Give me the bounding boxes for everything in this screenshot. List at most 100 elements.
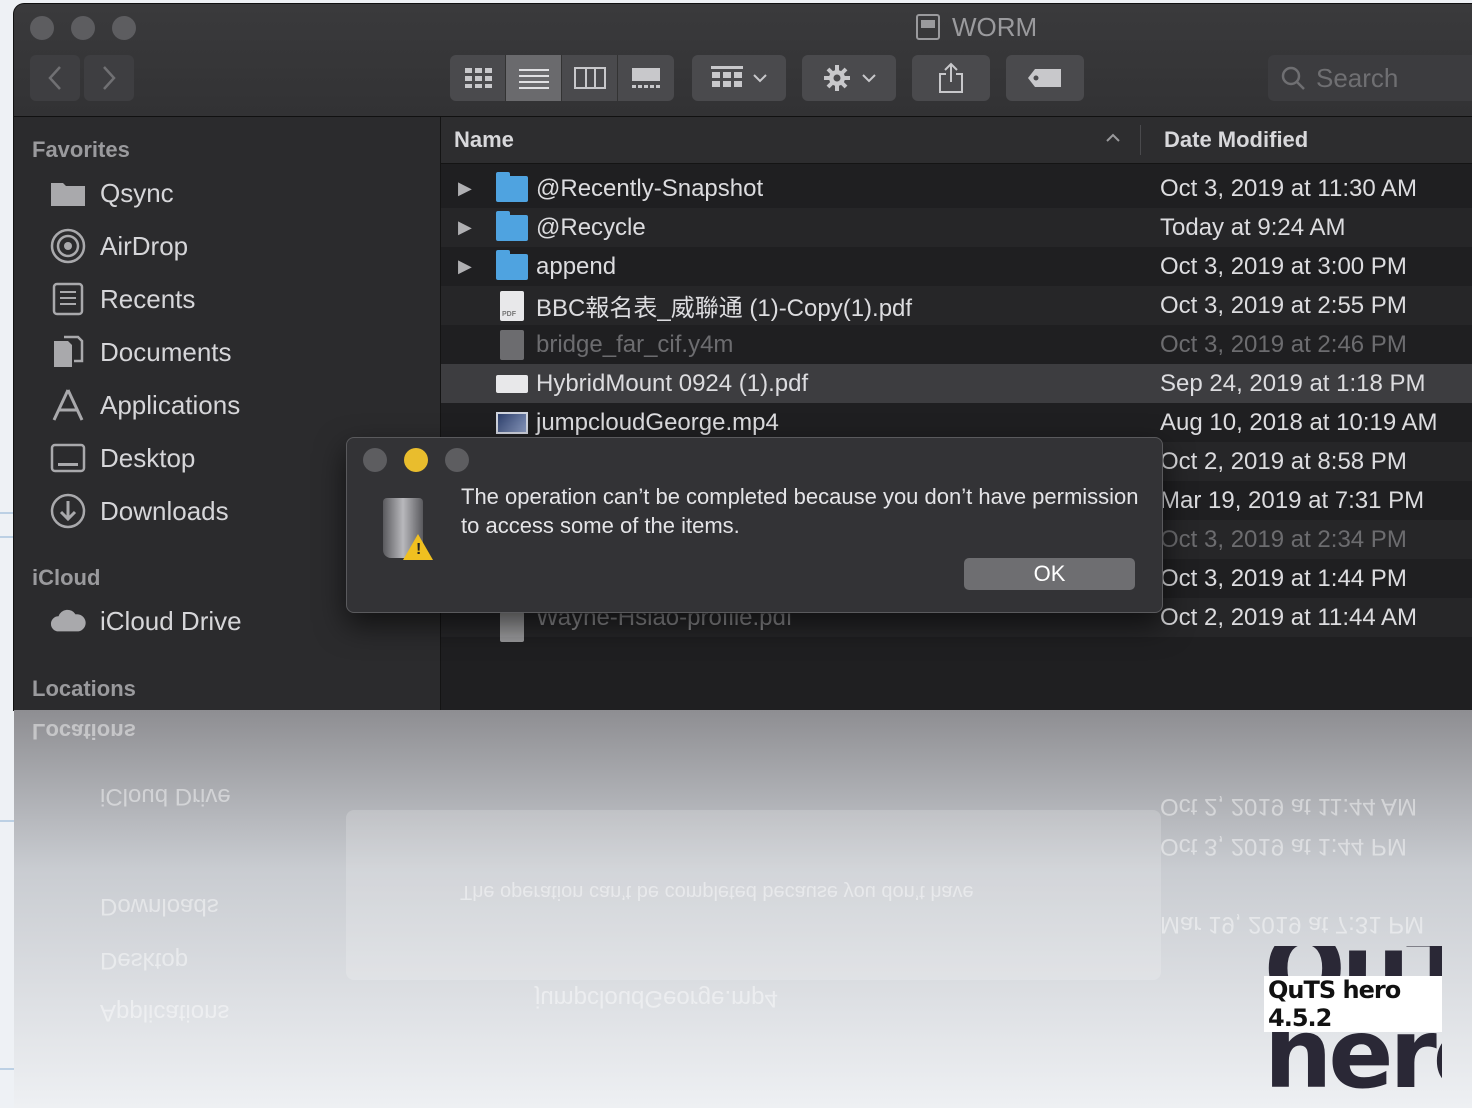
column-name-header[interactable]: Name <box>454 127 514 153</box>
zoom-button[interactable] <box>445 448 469 472</box>
file-name: jumpcloudGeorge.mp4 <box>536 408 779 436</box>
recents-icon <box>50 282 86 316</box>
warning-mark: ! <box>416 541 422 558</box>
chevron-right-icon <box>103 66 116 90</box>
file-date: Oct 3, 2019 at 2:46 PM <box>1160 330 1407 358</box>
sidebar-item-label: AirDrop <box>100 230 189 261</box>
tag-button[interactable] <box>1006 55 1084 101</box>
sidebar-item-icloud-drive[interactable]: iCloud Drive <box>50 601 242 641</box>
sidebar-item-label: Applications <box>100 389 241 420</box>
file-list: Name Date Modified ▶ @Recently-Snapshot … <box>441 117 1472 710</box>
reflected-text: The operation can’t be completed because… <box>460 881 974 903</box>
column-header: Name Date Modified <box>441 117 1472 164</box>
quts-hero-logo: QuTS hero QuTS hero 4.5.2 <box>1262 946 1442 1108</box>
documents-icon <box>50 335 86 368</box>
table-row-selected[interactable]: HybridMount 0924 (1).pdf Sep 24, 2019 at… <box>441 364 1472 403</box>
file-name: append <box>536 252 617 280</box>
disclosure-triangle-icon[interactable]: ▶ <box>458 178 472 199</box>
folder-icon <box>496 171 528 202</box>
window-reflection: Locations iCloud Drive Downloads Desktop… <box>14 710 1472 1108</box>
action-button[interactable] <box>802 55 896 101</box>
list-view-button[interactable] <box>506 55 562 101</box>
file-date: Oct 3, 2019 at 2:34 PM <box>1160 525 1407 553</box>
search-field[interactable]: Search <box>1268 55 1472 101</box>
pdf-file-icon: PDF <box>500 290 524 321</box>
file-name: bridge_far_cif.y4m <box>536 330 734 358</box>
forward-button[interactable] <box>84 55 134 101</box>
disclosure-triangle-icon[interactable]: ▶ <box>458 217 472 238</box>
chevron-left-icon <box>48 66 61 90</box>
file-name: BBC報名表_威聯通 (1)-Copy(1).pdf <box>536 295 913 322</box>
search-icon <box>1281 66 1305 90</box>
file-date: Mar 19, 2019 at 7:31 PM <box>1160 486 1425 514</box>
column-view-button[interactable] <box>562 55 618 101</box>
reflected-text: Mar 19, 2019 at 7:31 PM <box>1160 911 1425 938</box>
folder-icon <box>50 177 86 209</box>
window-title: WORM <box>916 12 1037 42</box>
share-icon <box>939 62 963 93</box>
view-mode-control <box>450 55 674 101</box>
group-button[interactable] <box>692 55 786 101</box>
sidebar-item-downloads[interactable]: Downloads <box>50 491 229 531</box>
sidebar-item-label: Recents <box>100 283 196 314</box>
close-button[interactable] <box>363 448 387 472</box>
finder-window: WORM Search Favorites Qsync AirDrop Rece… <box>14 4 1472 710</box>
group-icon <box>711 66 743 87</box>
ok-button[interactable]: OK <box>964 558 1135 590</box>
minimize-button[interactable] <box>71 16 95 40</box>
table-row[interactable]: PDF BBC報名表_威聯通 (1)-Copy(1).pdf Oct 3, 20… <box>441 286 1472 325</box>
file-name: @Recycle <box>536 213 646 241</box>
close-button[interactable] <box>30 16 54 40</box>
file-date: Oct 3, 2019 at 2:55 PM <box>1160 291 1407 319</box>
table-row[interactable]: ▶ append Oct 3, 2019 at 3:00 PM <box>441 247 1472 286</box>
sidebar-item-airdrop[interactable]: AirDrop <box>50 226 188 266</box>
chevron-up-icon <box>1105 127 1121 148</box>
search-placeholder: Search <box>1316 62 1399 93</box>
airdrop-icon <box>50 228 86 264</box>
reflected-text: Locations <box>32 719 136 744</box>
columns-icon <box>573 67 606 89</box>
file-date: Oct 2, 2019 at 11:44 AM <box>1160 603 1418 631</box>
gallery-icon <box>632 68 660 88</box>
folder-icon <box>496 249 528 280</box>
column-date-header[interactable]: Date Modified <box>1164 127 1308 153</box>
drive-icon <box>916 14 940 40</box>
sidebar-item-documents[interactable]: Documents <box>50 332 232 372</box>
table-row[interactable]: bridge_far_cif.y4m Oct 3, 2019 at 2:46 P… <box>441 325 1472 364</box>
permission-alert-dialog: ! The operation can’t be completed becau… <box>346 437 1163 613</box>
sidebar-item-applications[interactable]: Applications <box>50 385 240 425</box>
sidebar-item-label: Documents <box>100 336 232 367</box>
window-title-text: WORM <box>952 12 1038 42</box>
zoom-button[interactable] <box>112 16 136 40</box>
sidebar-item-desktop[interactable]: Desktop <box>50 438 195 478</box>
reflected-text: Applications <box>100 999 230 1026</box>
reflected-text: Oct 2, 2019 at 11:44 AM <box>1160 793 1418 820</box>
file-date: Aug 10, 2018 at 10:19 AM <box>1160 408 1438 436</box>
alert-message: The operation can’t be completed because… <box>461 484 1139 538</box>
sidebar-section-favorites: Favorites <box>32 137 130 162</box>
folder-icon <box>496 210 528 241</box>
sidebar-item-label: Qsync <box>100 177 174 208</box>
back-button[interactable] <box>30 55 80 101</box>
column-separator[interactable] <box>1140 125 1141 155</box>
icon-view-button[interactable] <box>450 55 506 101</box>
file-date: Oct 3, 2019 at 1:44 PM <box>1160 564 1407 592</box>
sidebar-item-qsync[interactable]: Qsync <box>50 173 174 213</box>
video-file-icon <box>496 411 528 434</box>
gallery-view-button[interactable] <box>618 55 674 101</box>
share-button[interactable] <box>912 55 990 101</box>
empty-row <box>441 637 1472 676</box>
table-row[interactable]: ▶ @Recycle Today at 9:24 AM <box>441 208 1472 247</box>
chevron-down-icon <box>862 74 876 83</box>
sidebar: Favorites Qsync AirDrop Recents Document… <box>14 117 441 710</box>
list-icon <box>518 69 549 89</box>
grid-icon <box>464 68 492 88</box>
sidebar-item-label: Downloads <box>100 495 229 526</box>
sidebar-item-recents[interactable]: Recents <box>50 279 195 319</box>
file-name: @Recently-Snapshot <box>536 174 764 202</box>
sidebar-item-label: iCloud Drive <box>100 605 242 636</box>
minimize-button[interactable] <box>404 448 428 472</box>
gear-icon <box>824 65 850 91</box>
table-row[interactable]: ▶ @Recently-Snapshot Oct 3, 2019 at 11:3… <box>441 169 1472 208</box>
disclosure-triangle-icon[interactable]: ▶ <box>458 256 472 277</box>
